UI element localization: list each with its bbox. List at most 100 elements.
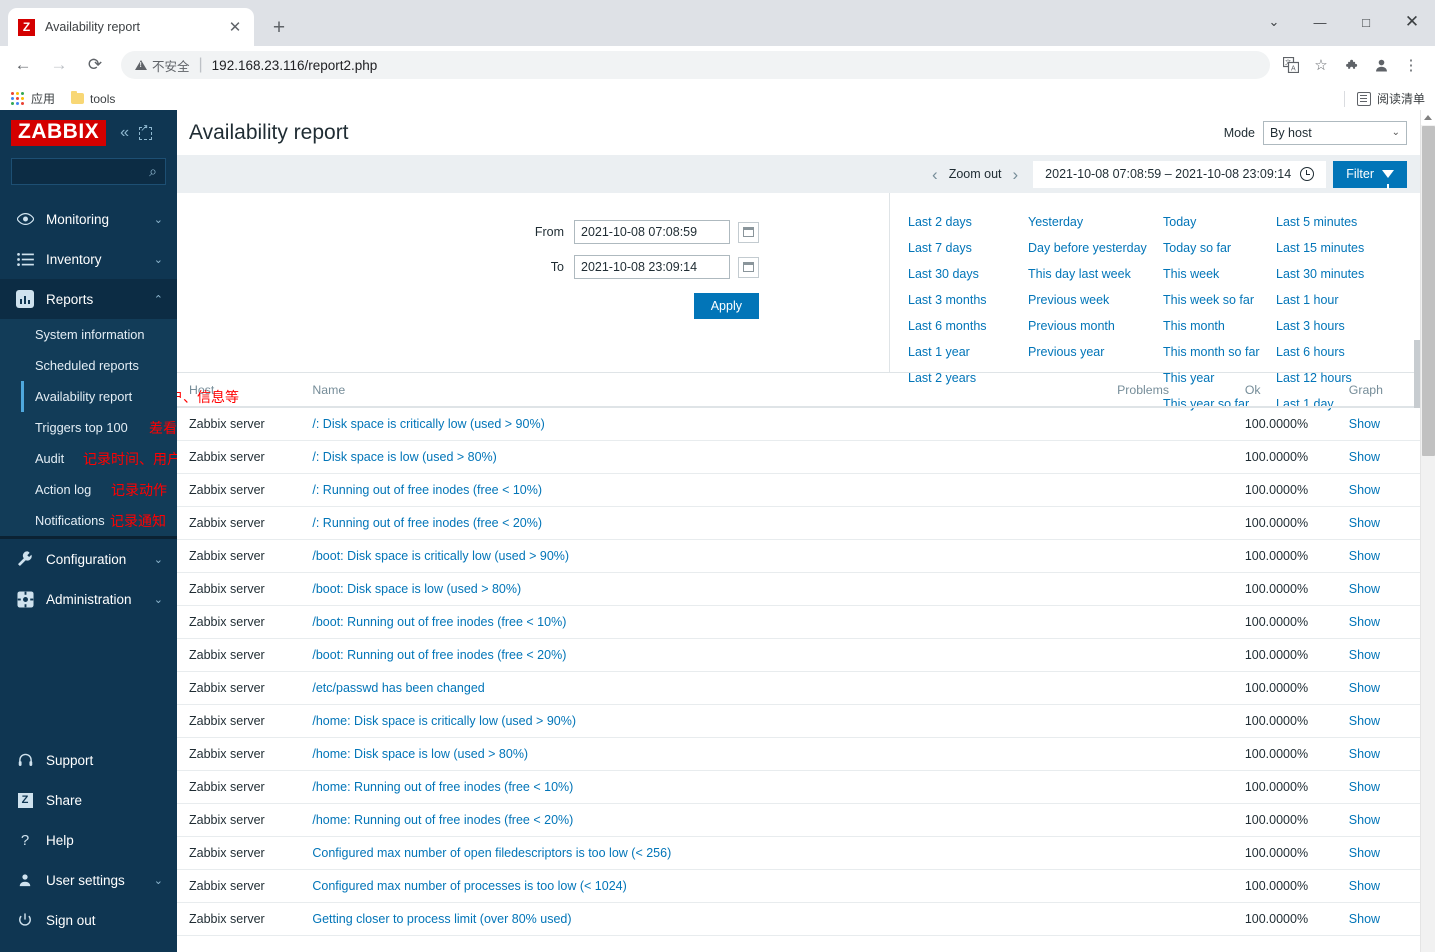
quick-range-link[interactable]: Previous month	[1028, 313, 1163, 339]
sidebar-item-scheduled-reports[interactable]: Scheduled reports	[0, 350, 177, 381]
show-graph-link[interactable]: Show	[1349, 879, 1380, 893]
sidebar-item-sign-out[interactable]: Sign out	[0, 900, 177, 940]
trigger-name-link[interactable]: /home: Running out of free inodes (free …	[312, 813, 573, 827]
trigger-name-link[interactable]: /boot: Disk space is critically low (use…	[312, 549, 569, 563]
time-prev-icon[interactable]: ‹	[921, 166, 949, 183]
trigger-name-link[interactable]: /boot: Disk space is low (used > 80%)	[312, 582, 521, 596]
zoom-out-button[interactable]: Zoom out	[949, 167, 1002, 181]
show-graph-link[interactable]: Show	[1349, 417, 1380, 431]
quick-range-link[interactable]: Last 1 hour	[1276, 287, 1396, 313]
sidebar-item-monitoring[interactable]: Monitoring ⌄	[0, 199, 177, 239]
show-graph-link[interactable]: Show	[1349, 813, 1380, 827]
bookmark-apps[interactable]: 应用	[11, 90, 55, 107]
page-scrollbar-thumb[interactable]	[1422, 126, 1435, 456]
minimize-icon[interactable]: —	[1297, 0, 1343, 44]
quick-range-link[interactable]: Last 5 minutes	[1276, 209, 1396, 235]
sidebar-item-reports[interactable]: Reports ⌃	[0, 279, 177, 319]
to-calendar-icon[interactable]	[738, 256, 759, 278]
trigger-name-link[interactable]: /boot: Running out of free inodes (free …	[312, 615, 566, 629]
time-range-display[interactable]: 2021-10-08 07:08:59 – 2021-10-08 23:09:1…	[1033, 160, 1327, 188]
trigger-name-link[interactable]: Getting closer to process limit (over 80…	[312, 912, 571, 926]
trigger-name-link[interactable]: /: Running out of free inodes (free < 10…	[312, 483, 542, 497]
back-icon[interactable]: ←	[9, 51, 37, 79]
trigger-name-link[interactable]: /home: Disk space is critically low (use…	[312, 714, 576, 728]
quick-range-link[interactable]: This week	[1163, 261, 1276, 287]
new-tab-button[interactable]: +	[264, 12, 294, 42]
sidebar-item-audit[interactable]: Audit 记录时间、用户、信息等	[0, 443, 237, 474]
quick-range-link[interactable]: Last 7 days	[908, 235, 1028, 261]
sidebar-item-inventory[interactable]: Inventory ⌄	[0, 239, 177, 279]
show-graph-link[interactable]: Show	[1349, 747, 1380, 761]
close-icon[interactable]: ✕	[226, 18, 244, 36]
expand-sidebar-icon[interactable]	[139, 123, 153, 140]
extensions-puzzle-icon[interactable]	[1336, 51, 1366, 79]
show-graph-link[interactable]: Show	[1349, 483, 1380, 497]
quick-range-link[interactable]: Last 1 year	[908, 339, 1028, 365]
to-input[interactable]: 2021-10-08 23:09:14	[574, 255, 730, 279]
time-next-icon[interactable]: ›	[1002, 166, 1030, 183]
show-graph-link[interactable]: Show	[1349, 582, 1380, 596]
search-input[interactable]: ⌕	[11, 158, 166, 185]
show-graph-link[interactable]: Show	[1349, 846, 1380, 860]
show-graph-link[interactable]: Show	[1349, 681, 1380, 695]
sidebar-item-system-information[interactable]: System information	[0, 319, 177, 350]
sidebar-item-administration[interactable]: Administration ⌄	[0, 579, 177, 619]
bookmark-star-icon[interactable]: ☆	[1306, 51, 1336, 79]
show-graph-link[interactable]: Show	[1349, 516, 1380, 530]
sidebar-item-notifications[interactable]: Notifications 记录通知	[0, 505, 177, 536]
zabbix-logo[interactable]: ZABBIX	[11, 119, 107, 147]
quick-range-link[interactable]: Last 15 minutes	[1276, 235, 1396, 261]
quick-range-link[interactable]: Previous week	[1028, 287, 1163, 313]
from-input[interactable]: 2021-10-08 07:08:59	[574, 220, 730, 244]
quick-range-link[interactable]: This month so far	[1163, 339, 1276, 365]
page-scrollbar[interactable]	[1420, 110, 1435, 952]
window-close-icon[interactable]: ✕	[1389, 0, 1435, 44]
scroll-up-button[interactable]	[1421, 110, 1435, 125]
quick-range-link[interactable]: Last 3 hours	[1276, 313, 1396, 339]
show-graph-link[interactable]: Show	[1349, 912, 1380, 926]
show-graph-link[interactable]: Show	[1349, 648, 1380, 662]
show-graph-link[interactable]: Show	[1349, 780, 1380, 794]
sidebar-item-action-log[interactable]: Action log 记录动作	[0, 474, 177, 505]
reading-list-button[interactable]: 阅读清单	[1343, 90, 1425, 107]
tab-search-chevron-down-icon[interactable]: ⌄	[1251, 0, 1297, 44]
maximize-icon[interactable]: □	[1343, 0, 1389, 44]
not-secure-indicator[interactable]: 不安全	[135, 56, 190, 75]
quick-range-link[interactable]: Yesterday	[1028, 209, 1163, 235]
quick-range-link[interactable]: Last 2 days	[908, 209, 1028, 235]
filter-button[interactable]: Filter	[1333, 160, 1407, 189]
quick-range-link[interactable]: Last 30 days	[908, 261, 1028, 287]
address-bar[interactable]: 不安全 | 192.168.23.116/report2.php	[121, 51, 1270, 79]
translate-icon[interactable]: 文 A	[1276, 51, 1306, 79]
quick-range-link[interactable]: This month	[1163, 313, 1276, 339]
column-header-name[interactable]: Name	[300, 373, 1106, 408]
trigger-name-link[interactable]: /boot: Running out of free inodes (free …	[312, 648, 566, 662]
trigger-name-link[interactable]: /home: Disk space is low (used > 80%)	[312, 747, 528, 761]
trigger-name-link[interactable]: /: Disk space is low (used > 80%)	[312, 450, 496, 464]
profile-avatar-icon[interactable]	[1366, 51, 1396, 79]
browser-tab[interactable]: Z Availability report ✕	[8, 8, 254, 46]
trigger-name-link[interactable]: /: Disk space is critically low (used > …	[312, 417, 544, 431]
quick-range-link[interactable]: Last 6 months	[908, 313, 1028, 339]
quick-range-link[interactable]: This day last week	[1028, 261, 1163, 287]
trigger-name-link[interactable]: /: Running out of free inodes (free < 20…	[312, 516, 542, 530]
show-graph-link[interactable]: Show	[1349, 549, 1380, 563]
trigger-name-link[interactable]: Configured max number of processes is to…	[312, 879, 626, 893]
show-graph-link[interactable]: Show	[1349, 714, 1380, 728]
forward-icon[interactable]: →	[45, 51, 73, 79]
bookmark-tools[interactable]: tools	[71, 91, 115, 106]
quick-range-link[interactable]: This week so far	[1163, 287, 1276, 313]
sidebar-item-user-settings[interactable]: User settings ⌄	[0, 860, 177, 900]
apply-button[interactable]: Apply	[693, 293, 759, 320]
show-graph-link[interactable]: Show	[1349, 450, 1380, 464]
show-graph-link[interactable]: Show	[1349, 615, 1380, 629]
sidebar-item-help[interactable]: ? Help	[0, 820, 177, 860]
sidebar-item-availability-report[interactable]: Availability report	[0, 381, 177, 412]
sidebar-item-configuration[interactable]: Configuration ⌄	[0, 539, 177, 579]
quick-range-link[interactable]: Last 30 minutes	[1276, 261, 1396, 287]
collapse-sidebar-icon[interactable]: «	[120, 125, 129, 141]
trigger-name-link[interactable]: /home: Running out of free inodes (free …	[312, 780, 573, 794]
browser-menu-icon[interactable]: ⋮	[1396, 51, 1426, 79]
mode-select[interactable]: By host ⌄	[1263, 120, 1407, 145]
sidebar-item-triggers-top-100[interactable]: Triggers top 100 差看排名前一百的触发器	[0, 412, 303, 443]
